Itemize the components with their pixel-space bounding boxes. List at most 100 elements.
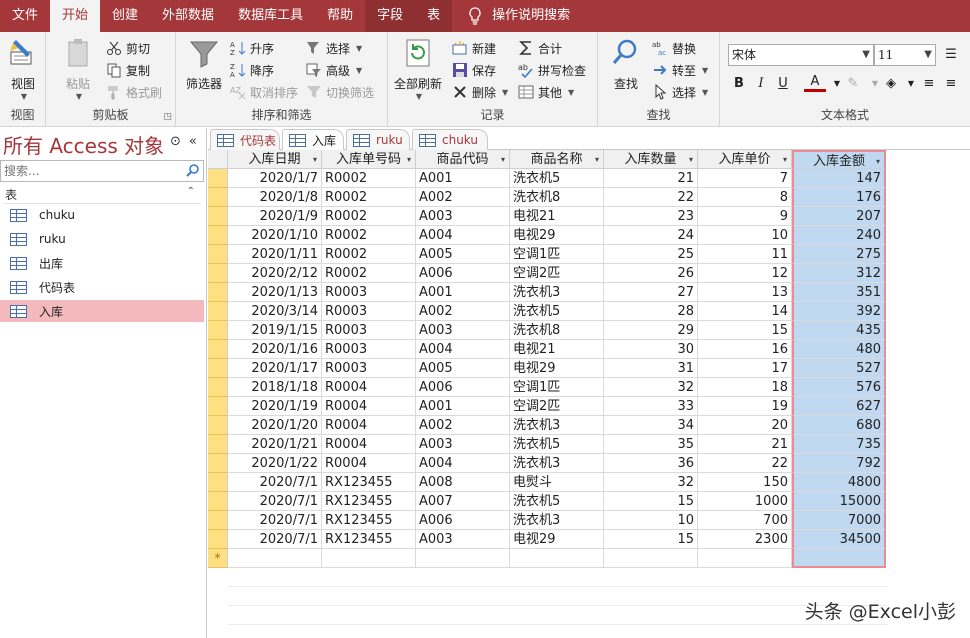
table-cell[interactable]: A005	[416, 245, 510, 264]
bold-button[interactable]: B	[728, 74, 750, 94]
table-cell[interactable]: 洗衣机3	[510, 416, 604, 435]
paste-button[interactable]: 粘贴 ▼	[60, 36, 96, 101]
table-cell[interactable]: 480	[792, 340, 886, 359]
record-selector[interactable]	[208, 416, 228, 435]
table-cell[interactable]: 792	[792, 454, 886, 473]
table-cell[interactable]: 14	[698, 302, 792, 321]
goto-button[interactable]: 转至 ▼	[652, 60, 708, 80]
tell-me-box[interactable]: 操作说明搜索	[452, 0, 570, 32]
tab-home[interactable]: 开始	[50, 0, 101, 32]
table-cell[interactable]: 576	[792, 378, 886, 397]
table-cell[interactable]: 7000	[792, 511, 886, 530]
table-cell[interactable]: 洗衣机3	[510, 454, 604, 473]
table-cell[interactable]: 2020/1/17	[228, 359, 322, 378]
copy-button[interactable]: 复制	[106, 60, 150, 80]
table-cell[interactable]: R0002	[322, 207, 416, 226]
new-record-cell[interactable]	[792, 549, 886, 568]
table-cell[interactable]: A004	[416, 454, 510, 473]
table-cell[interactable]: A003	[416, 530, 510, 549]
doc-tab-code-table[interactable]: 代码表	[210, 129, 280, 150]
table-cell[interactable]: 电视21	[510, 340, 604, 359]
table-cell[interactable]: 2020/2/12	[228, 264, 322, 283]
table-cell[interactable]: 8	[698, 188, 792, 207]
table-cell[interactable]: 电视29	[510, 359, 604, 378]
record-selector[interactable]	[208, 321, 228, 340]
new-record-cell[interactable]	[322, 549, 416, 568]
table-cell[interactable]: 电熨斗	[510, 473, 604, 492]
table-cell[interactable]: 31	[604, 359, 698, 378]
table-cell[interactable]: 150	[698, 473, 792, 492]
column-header[interactable]: 入库单价 ▾	[698, 150, 792, 169]
new-record-selector[interactable]: *	[208, 549, 228, 568]
record-selector[interactable]	[208, 530, 228, 549]
table-cell[interactable]: R0003	[322, 283, 416, 302]
new-record-button[interactable]: 新建	[452, 38, 496, 58]
record-selector[interactable]	[208, 169, 228, 188]
table-cell[interactable]: 435	[792, 321, 886, 340]
table-cell[interactable]: A002	[416, 416, 510, 435]
table-cell[interactable]: 2020/1/20	[228, 416, 322, 435]
column-filter-dropdown-icon[interactable]: ▾	[313, 150, 317, 169]
table-cell[interactable]: 32	[604, 378, 698, 397]
table-cell[interactable]: 24	[604, 226, 698, 245]
table-cell[interactable]: 312	[792, 264, 886, 283]
record-selector[interactable]	[208, 188, 228, 207]
table-cell[interactable]: 空调2匹	[510, 397, 604, 416]
nav-item-ruku[interactable]: ruku	[0, 228, 204, 250]
new-record-cell[interactable]	[416, 549, 510, 568]
table-cell[interactable]: 2018/1/18	[228, 378, 322, 397]
table-cell[interactable]: 18	[698, 378, 792, 397]
table-cell[interactable]: R0004	[322, 435, 416, 454]
table-cell[interactable]: 2020/1/10	[228, 226, 322, 245]
new-record-cell[interactable]	[604, 549, 698, 568]
table-cell[interactable]: 735	[792, 435, 886, 454]
table-cell[interactable]: 23	[604, 207, 698, 226]
table-cell[interactable]: R0002	[322, 188, 416, 207]
table-cell[interactable]: 11	[698, 245, 792, 264]
remove-sort-button[interactable]: AZ 取消排序	[230, 82, 298, 102]
table-cell[interactable]: 30	[604, 340, 698, 359]
table-cell[interactable]: R0003	[322, 321, 416, 340]
table-cell[interactable]: 空调1匹	[510, 245, 604, 264]
table-cell[interactable]: A003	[416, 321, 510, 340]
table-cell[interactable]: R0003	[322, 302, 416, 321]
table-cell[interactable]: 2020/1/11	[228, 245, 322, 264]
column-filter-dropdown-icon[interactable]: ▾	[783, 150, 787, 169]
nav-item-ruku-cn[interactable]: 入库	[0, 300, 204, 322]
table-cell[interactable]: A008	[416, 473, 510, 492]
table-cell[interactable]: 12	[698, 264, 792, 283]
table-cell[interactable]: A001	[416, 283, 510, 302]
table-cell[interactable]: A007	[416, 492, 510, 511]
table-cell[interactable]: 392	[792, 302, 886, 321]
table-cell[interactable]: 2300	[698, 530, 792, 549]
table-cell[interactable]: 7	[698, 169, 792, 188]
column-filter-dropdown-icon[interactable]: ▾	[595, 150, 599, 169]
fill-color-icon[interactable]: ◈	[880, 74, 902, 94]
table-cell[interactable]: 207	[792, 207, 886, 226]
table-cell[interactable]: 2020/3/14	[228, 302, 322, 321]
table-cell[interactable]: 2020/7/1	[228, 511, 322, 530]
new-record-cell[interactable]	[510, 549, 604, 568]
record-selector[interactable]	[208, 207, 228, 226]
table-cell[interactable]: 32	[604, 473, 698, 492]
table-cell[interactable]: 351	[792, 283, 886, 302]
nav-item-code-table[interactable]: 代码表	[0, 276, 204, 298]
table-cell[interactable]: 21	[698, 435, 792, 454]
new-record-cell[interactable]	[228, 549, 322, 568]
table-cell[interactable]: RX123455	[322, 473, 416, 492]
table-cell[interactable]: 空调2匹	[510, 264, 604, 283]
record-selector[interactable]	[208, 245, 228, 264]
table-cell[interactable]: 275	[792, 245, 886, 264]
table-cell[interactable]: A006	[416, 264, 510, 283]
table-cell[interactable]: 2020/1/7	[228, 169, 322, 188]
column-filter-dropdown-icon[interactable]: ▾	[689, 150, 693, 169]
find-button[interactable]: 查找	[606, 36, 646, 92]
table-cell[interactable]: A002	[416, 188, 510, 207]
table-cell[interactable]: 2020/1/22	[228, 454, 322, 473]
table-cell[interactable]: R0002	[322, 226, 416, 245]
table-cell[interactable]: RX123455	[322, 530, 416, 549]
table-cell[interactable]: A003	[416, 207, 510, 226]
tab-table[interactable]: 表	[415, 0, 453, 32]
table-cell[interactable]: RX123455	[322, 492, 416, 511]
table-cell[interactable]: 2020/1/8	[228, 188, 322, 207]
